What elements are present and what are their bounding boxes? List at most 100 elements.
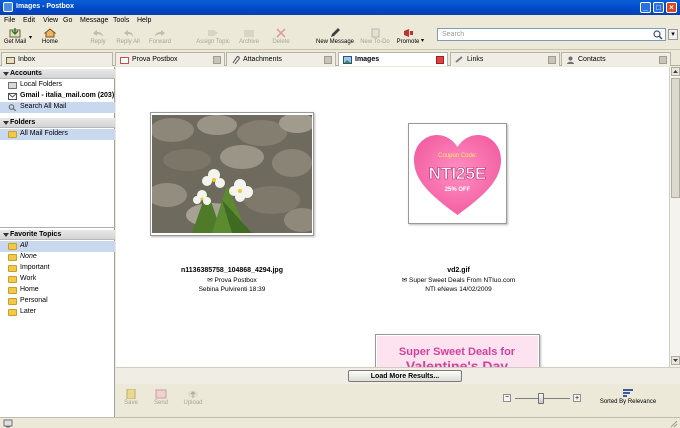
folders-header[interactable]: Folders — [0, 118, 115, 128]
sidebar-item-local-folders[interactable]: Local Folders — [0, 80, 115, 91]
title-bar: Images - Postbox _ □ × — [0, 0, 680, 15]
message-icon — [120, 56, 129, 64]
reply-all-button[interactable]: Reply All — [114, 28, 142, 45]
tab-close-icon[interactable] — [324, 56, 332, 64]
menu-view[interactable]: View — [43, 17, 58, 24]
sidebar-item-topic-home[interactable]: Home — [0, 285, 115, 296]
scroll-down-icon[interactable] — [671, 356, 680, 365]
search-icon[interactable] — [653, 30, 663, 42]
menu-go[interactable]: Go — [63, 17, 72, 24]
local-folders-icon — [8, 82, 17, 89]
image-subject[interactable]: Super Sweet Deals From NTIuo.com — [409, 277, 515, 284]
collapse-icon — [3, 121, 9, 125]
maximize-button[interactable]: □ — [653, 2, 664, 13]
sidebar-item-search-all-mail[interactable]: Search All Mail — [0, 102, 115, 113]
tag-icon — [207, 28, 219, 38]
tab-close-icon[interactable] — [659, 56, 667, 64]
paperclip-icon — [231, 56, 240, 65]
favorite-topics-header[interactable]: Favorite Topics — [0, 230, 115, 240]
forward-icon — [154, 28, 166, 38]
promote-dropdown-icon[interactable]: ▾ — [421, 37, 424, 44]
zoom-in-icon[interactable]: + — [573, 394, 581, 402]
load-more-button[interactable]: Load More Results... — [348, 370, 462, 382]
tab-links[interactable]: Links — [450, 52, 560, 66]
scroll-up-icon[interactable] — [671, 67, 680, 76]
tab-images[interactable]: Images — [338, 52, 448, 66]
zoom-slider-handle[interactable] — [538, 393, 544, 404]
search-input[interactable]: Search — [437, 28, 666, 41]
promote-button[interactable]: Promote — [395, 28, 421, 45]
save-button[interactable]: Save — [120, 388, 142, 406]
assign-topic-button[interactable]: Assign Topic — [194, 28, 232, 45]
folder-icon — [8, 131, 17, 138]
tab-prova-postbox[interactable]: Prova Postbox — [115, 52, 225, 66]
image-filename[interactable]: n1136385758_104868_4294.jpg — [146, 267, 318, 274]
sidebar-item-topic-later[interactable]: Later — [0, 307, 115, 318]
contacts-icon — [566, 56, 575, 64]
reply-all-icon — [122, 28, 134, 38]
folder-icon — [8, 254, 17, 261]
image-from-date: Sebina Pulvirenti 18:39 — [198, 286, 266, 293]
image-filename[interactable]: vd2.gif — [381, 267, 536, 274]
delete-icon — [275, 28, 287, 38]
new-todo-button[interactable]: New To-Do — [358, 28, 392, 45]
sidebar-item-topic-personal[interactable]: Personal — [0, 296, 115, 307]
search-options-button[interactable]: ▾ — [668, 29, 678, 40]
app-icon — [3, 2, 13, 12]
image-thumbnail[interactable]: Coupon Code: NTI25E 25% OFF — [408, 123, 507, 224]
reply-icon — [92, 28, 104, 38]
archive-button[interactable]: Archive — [237, 28, 261, 45]
image-subject[interactable]: Prova Postbox — [214, 277, 256, 284]
menu-edit[interactable]: Edit — [23, 17, 35, 24]
resize-grip-icon[interactable] — [670, 420, 678, 428]
collapse-icon — [3, 233, 9, 237]
sidebar-item-all-mail-folders[interactable]: All Mail Folders — [0, 129, 115, 140]
activity-icon[interactable] — [3, 419, 13, 428]
new-message-button[interactable]: New Message — [314, 28, 356, 45]
menu-help[interactable]: Help — [137, 17, 151, 24]
tab-close-icon[interactable] — [436, 56, 444, 64]
get-mail-button[interactable]: Get Mail — [2, 28, 28, 45]
mail-account-icon — [8, 93, 17, 100]
inbox-icon — [6, 56, 15, 64]
tab-contacts[interactable]: Contacts — [561, 52, 671, 66]
sidebar-item-topic-all[interactable]: All — [0, 241, 115, 252]
image-thumbnail[interactable] — [150, 112, 314, 236]
zoom-out-icon[interactable]: − — [503, 394, 511, 402]
delete-button[interactable]: Delete — [270, 28, 292, 45]
forward-button[interactable]: Forward — [148, 28, 172, 45]
todo-icon — [369, 28, 381, 38]
save-icon — [125, 388, 137, 400]
accounts-header[interactable]: Accounts — [0, 69, 115, 79]
sort-button[interactable]: Sorted By Relevance — [594, 388, 662, 405]
get-mail-dropdown-icon[interactable]: ▾ — [29, 34, 32, 41]
image-from-date: NTI eNews 14/02/2009 — [425, 286, 492, 293]
coupon-line1: Coupon Code: — [438, 153, 477, 159]
menu-message[interactable]: Message — [80, 17, 108, 24]
close-window-button[interactable]: × — [666, 2, 677, 13]
sidebar-item-topic-work[interactable]: Work — [0, 274, 115, 285]
sidebar-item-topic-important[interactable]: Important — [0, 263, 115, 274]
menu-bar: File Edit View Go Message Tools Help — [0, 15, 680, 26]
home-button[interactable]: Home — [40, 28, 60, 45]
upload-icon — [187, 389, 199, 399]
megaphone-icon — [402, 28, 414, 38]
upload-button[interactable]: Upload — [180, 389, 206, 406]
scroll-thumb[interactable] — [671, 78, 680, 198]
reply-button[interactable]: Reply — [88, 28, 108, 45]
tab-inbox[interactable]: Inbox — [1, 52, 113, 66]
menu-file[interactable]: File — [4, 17, 15, 24]
tab-attachments[interactable]: Attachments — [226, 52, 336, 66]
tab-close-icon[interactable] — [548, 56, 556, 64]
minimize-button[interactable]: _ — [640, 2, 651, 13]
sidebar-divider[interactable] — [0, 227, 115, 228]
search-icon — [8, 104, 17, 112]
vertical-scrollbar[interactable] — [669, 67, 680, 367]
tab-close-icon[interactable] — [213, 56, 221, 64]
sidebar-item-gmail[interactable]: Gmail - italia_mail.com (203) — [0, 91, 115, 102]
folder-icon — [8, 287, 17, 294]
sidebar-item-topic-none[interactable]: None — [0, 252, 115, 263]
menu-tools[interactable]: Tools — [113, 17, 129, 24]
send-button[interactable]: Send — [150, 389, 172, 406]
image-meta: n1136385758_104868_4294.jpg ✉ Prova Post… — [146, 267, 318, 293]
